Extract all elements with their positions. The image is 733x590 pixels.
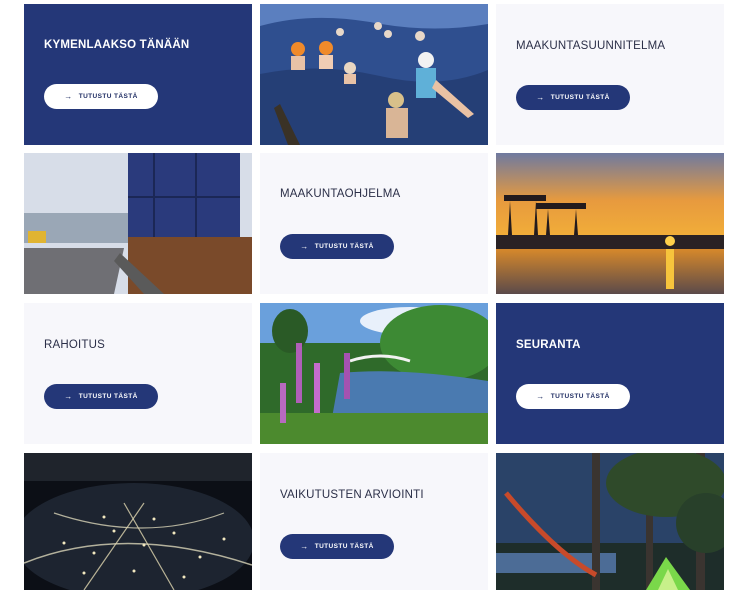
tutustu-button[interactable]: → TUTUSTU TÄSTÄ bbox=[44, 384, 158, 409]
tutustu-button[interactable]: → TUTUSTU TÄSTÄ bbox=[280, 534, 394, 559]
tutustu-button[interactable]: → TUTUSTU TÄSTÄ bbox=[516, 85, 630, 110]
button-label: TUTUSTU TÄSTÄ bbox=[550, 393, 610, 400]
content-grid: KYMENLAAKSO TÄNÄÄN → TUTUSTU TÄSTÄ MAAKU… bbox=[0, 0, 733, 590]
tile-title: RAHOITUS bbox=[44, 339, 106, 351]
tile-title: KYMENLAAKSO TÄNÄÄN bbox=[44, 39, 190, 51]
photo-city-at-night bbox=[24, 453, 252, 590]
tile-maakuntaohjelma: MAAKUNTAOHJELMA → TUTUSTU TÄSTÄ bbox=[260, 153, 488, 294]
button-label: TUTUSTU TÄSTÄ bbox=[314, 243, 374, 250]
arrow-right-icon: → bbox=[64, 91, 73, 101]
tile-rahoitus: RAHOITUS → TUTUSTU TÄSTÄ bbox=[24, 303, 252, 444]
photo-park-pond-flowers bbox=[260, 303, 488, 444]
arrow-right-icon: → bbox=[536, 391, 545, 401]
tile-seuranta: SEURANTA → TUTUSTU TÄSTÄ bbox=[496, 303, 724, 444]
tile-maakuntasuunnitelma: MAAKUNTASUUNNITELMA → TUTUSTU TÄSTÄ bbox=[496, 4, 724, 145]
button-label: TUTUSTU TÄSTÄ bbox=[550, 94, 610, 101]
photo-harbor-containers bbox=[24, 153, 252, 294]
tile-title: SEURANTA bbox=[516, 339, 581, 351]
tile-vaikutusten-arviointi: VAIKUTUSTEN ARVIOINTI → TUTUSTU TÄSTÄ bbox=[260, 453, 488, 590]
arrow-right-icon: → bbox=[536, 92, 545, 102]
button-label: TUTUSTU TÄSTÄ bbox=[314, 543, 374, 550]
tile-title: VAIKUTUSTEN ARVIOINTI bbox=[280, 489, 424, 501]
button-label: TUTUSTU TÄSTÄ bbox=[78, 93, 138, 100]
arrow-right-icon: → bbox=[300, 241, 309, 251]
tutustu-button[interactable]: → TUTUSTU TÄSTÄ bbox=[280, 234, 394, 259]
button-label: TUTUSTU TÄSTÄ bbox=[78, 393, 138, 400]
arrow-right-icon: → bbox=[64, 391, 73, 401]
photo-forest-camp bbox=[496, 453, 724, 590]
tile-title: MAAKUNTAOHJELMA bbox=[280, 188, 401, 200]
tile-kymenlaakso-tanaan: KYMENLAAKSO TÄNÄÄN → TUTUSTU TÄSTÄ bbox=[24, 4, 252, 145]
tutustu-button[interactable]: → TUTUSTU TÄSTÄ bbox=[44, 84, 158, 109]
photo-winter-swimmers bbox=[260, 4, 488, 145]
tile-title: MAAKUNTASUUNNITELMA bbox=[516, 40, 666, 52]
tutustu-button[interactable]: → TUTUSTU TÄSTÄ bbox=[516, 384, 630, 409]
photo-sunset-port bbox=[496, 153, 724, 294]
arrow-right-icon: → bbox=[300, 541, 309, 551]
